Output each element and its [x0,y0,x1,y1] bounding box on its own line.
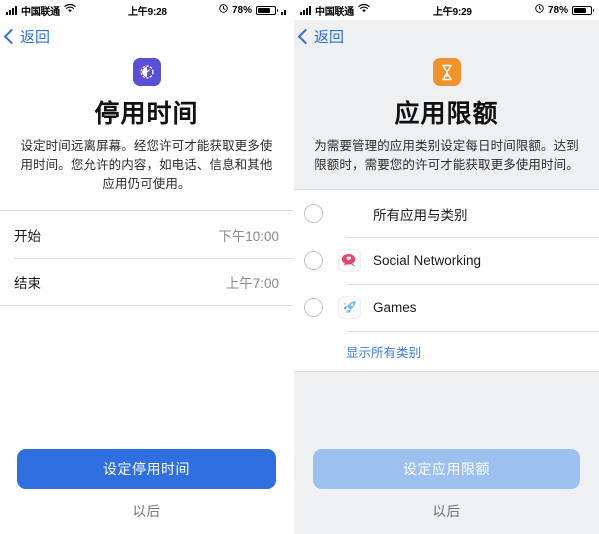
page-title: 应用限额 [394,100,499,128]
battery-percent-label: 78% [231,4,252,16]
wifi-icon [64,3,76,16]
row-value: 上午7:00 [225,275,279,291]
status-bar-right: 78% [535,4,594,16]
later-button[interactable]: 以后 [313,500,580,520]
chevron-left-icon [297,28,314,44]
show-all-categories-label: 显示所有类别 [346,345,422,360]
page-title: 停用时间 [94,100,199,128]
set-downtime-button[interactable]: 设定停用时间 [17,449,276,489]
row-value: 下午10:00 [218,228,279,244]
nav-bar: 返回 [0,20,293,52]
category-list: 所有应用与类别 Social Networking Games 显示所有类别 [294,189,599,372]
list-item-label: Games [373,300,417,315]
back-button-label: 返回 [314,28,345,46]
radio-button[interactable] [304,251,323,270]
list-item[interactable]: 所有应用与类别 [294,190,599,237]
social-networking-icon [338,249,361,272]
screen-edge-artifact [281,6,286,15]
hero-section: 停用时间 设定时间远离屏幕。经您许可才能获取更多使用时间。您允许的内容，如电话、… [0,52,293,194]
footer-actions: 设定应用限额 以后 [294,449,599,520]
list-item[interactable]: Social Networking [294,237,599,284]
nav-bar: 返回 [294,20,599,52]
back-button[interactable]: 返回 [297,26,345,47]
screenshot-root: 中国联通 上午9:28 78% 返回 停用时间 设定时间远离屏幕。经您许可才能获… [0,0,599,534]
show-all-categories-button[interactable]: 显示所有类别 [294,331,599,371]
footer-actions: 设定停用时间 以后 [0,449,293,520]
settings-list: 开始 下午10:00 结束 上午7:00 [0,210,293,306]
games-rocket-icon [338,296,361,319]
list-item-label: Social Networking [373,253,482,268]
row-label: 开始 [14,228,41,244]
back-button-label: 返回 [20,28,51,46]
wifi-icon [358,3,370,16]
later-button[interactable]: 以后 [17,500,276,520]
back-button[interactable]: 返回 [3,26,51,47]
list-item-label: 所有应用与类别 [373,207,468,223]
status-bar-left: 中国联通 [6,3,76,18]
set-app-limit-button[interactable]: 设定应用限额 [313,449,580,489]
downtime-icon [132,58,161,86]
chevron-left-icon [3,28,20,44]
screen-downtime: 中国联通 上午9:28 78% 返回 停用时间 设定时间远离屏幕。经您许可才能获… [0,0,293,534]
cellular-signal-icon [300,5,311,15]
page-description: 设定时间远离屏幕。经您许可才能获取更多使用时间。您允许的内容，如电话、信息和其他… [20,139,273,191]
carrier-label: 中国联通 [315,6,354,18]
status-bar-left: 中国联通 [300,3,370,18]
radio-button[interactable] [304,204,323,223]
screen-app-limits: 中国联通 上午9:29 78% 返回 应用限额 为需要管理的应用类别设定每日时间… [293,0,599,534]
row-label: 结束 [14,275,41,291]
battery-icon [572,5,594,15]
table-row[interactable]: 结束 上午7:00 [0,258,293,305]
status-bar-time: 上午9:29 [432,6,472,18]
category-icon-placeholder [338,202,361,225]
table-row[interactable]: 开始 下午10:00 [0,211,293,258]
battery-icon [256,5,278,15]
hero-section: 应用限额 为需要管理的应用类别设定每日时间限额。达到限额时，需要您的许可才能获取… [294,52,599,175]
page-description: 为需要管理的应用类别设定每日时间限额。达到限额时，需要您的许可才能获取更多使用时… [314,139,579,172]
list-item[interactable]: Games [294,284,599,331]
status-bar: 中国联通 上午9:28 78% [0,0,293,20]
alarm-clock-icon [219,4,228,16]
battery-percent-label: 78% [547,4,568,16]
status-bar-right: 78% [219,4,286,16]
cellular-signal-icon [6,5,17,15]
radio-button[interactable] [304,298,323,317]
status-bar-time: 上午9:28 [127,6,167,18]
alarm-clock-icon [535,4,544,16]
carrier-label: 中国联通 [21,6,60,18]
hourglass-icon [432,58,461,86]
status-bar: 中国联通 上午9:29 78% [294,0,599,20]
